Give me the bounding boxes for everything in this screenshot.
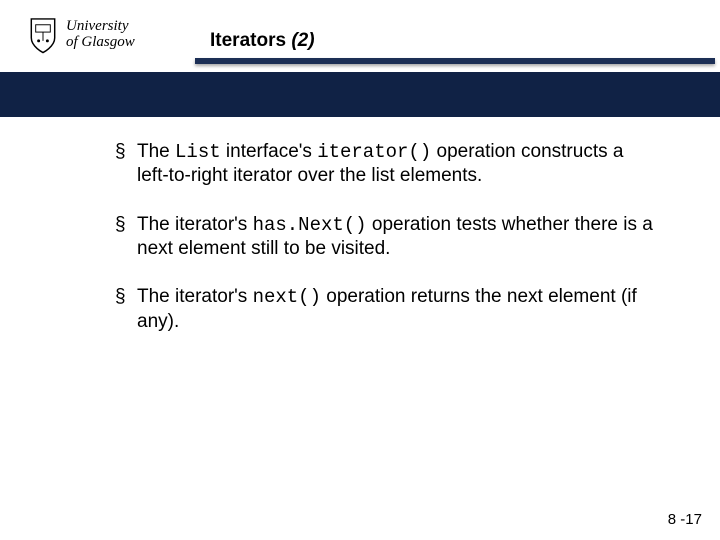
text: interface's [221,141,318,162]
body-content: The List interface's iterator() operatio… [115,140,655,358]
crest-icon [28,16,58,54]
code-span: iterator() [317,141,431,163]
slide-title: Iterators (2) [210,30,315,52]
list-item: The List interface's iterator() operatio… [115,140,655,189]
text: The iterator's [137,214,253,235]
university-logo: University of Glasgow [28,16,135,54]
code-span: next() [253,286,321,308]
code-span: has.Next() [253,214,367,236]
bullet-list: The List interface's iterator() operatio… [115,140,655,334]
accent-bar [0,72,720,117]
list-item: The iterator's has.Next() operation test… [115,213,655,262]
slide: University of Glasgow Iterators (2) The … [0,0,720,540]
page-number: 8 -17 [668,511,702,528]
title-suffix: (2) [291,30,314,51]
title-underline [195,58,715,64]
text: The [137,141,175,162]
logo-text: University of Glasgow [66,19,135,51]
list-item: The iterator's next() operation returns … [115,285,655,334]
code-span: List [175,141,221,163]
logo-line1: University [66,19,135,35]
logo-line2: of Glasgow [66,35,135,51]
title-main: Iterators [210,30,286,51]
text: The iterator's [137,286,253,307]
header-bar: University of Glasgow Iterators (2) [0,0,720,72]
